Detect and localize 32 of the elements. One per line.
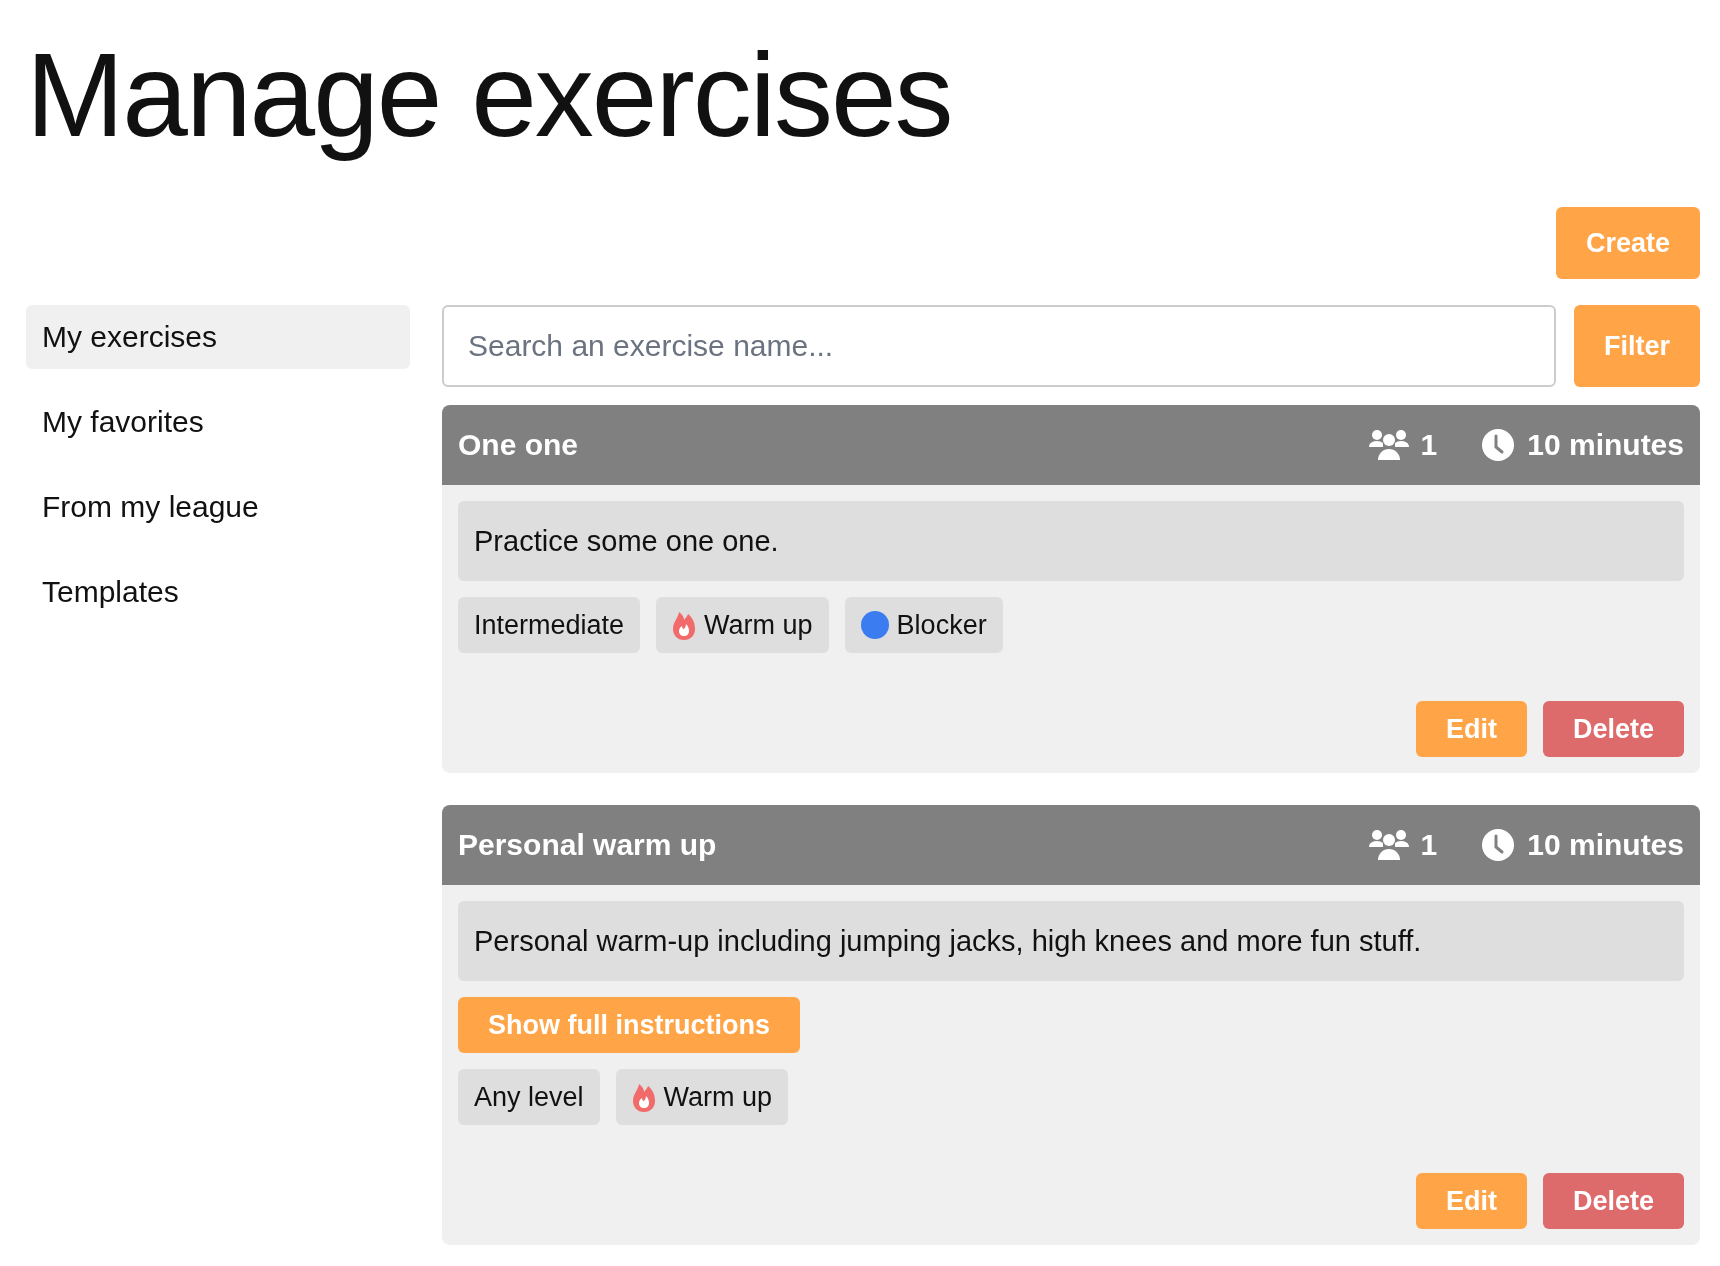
create-button[interactable]: Create: [1555, 207, 1700, 279]
search-field[interactable]: Search an exercise name...: [442, 305, 1556, 387]
tag-label: Blocker: [896, 609, 987, 641]
player-count: 1: [1420, 428, 1438, 462]
exercise-description: Practice some one one.: [458, 501, 1684, 581]
edit-button[interactable]: Edit: [1415, 1173, 1527, 1229]
tag-label: Warm up: [704, 609, 813, 641]
users-icon: [1368, 429, 1409, 461]
tag-label: Warm up: [663, 1081, 773, 1113]
clock-icon: [1481, 828, 1516, 862]
exercise-description: Personal warm-up including jumping jacks, high knees and more fun stuff.: [458, 901, 1684, 981]
delete-button[interactable]: Delete: [1542, 1173, 1684, 1229]
duration: 10 minutes: [1527, 828, 1684, 862]
fire-icon: [672, 610, 697, 640]
tag-label: Intermediate: [474, 609, 625, 641]
sidebar-item[interactable]: From my league: [26, 475, 410, 539]
filter-button[interactable]: Filter: [1574, 305, 1700, 387]
sidebar-item[interactable]: My exercises: [26, 305, 410, 369]
sidebar-item[interactable]: Templates: [26, 560, 410, 624]
sidebar-item[interactable]: My favorites: [26, 390, 410, 454]
fire-icon: [631, 1082, 656, 1112]
show-instructions-button[interactable]: Show full instructions: [458, 997, 800, 1053]
exercise-title: Personal warm up: [458, 828, 718, 862]
player-count: 1: [1420, 828, 1438, 862]
exercise-title: One one: [458, 428, 579, 462]
page-title: Manage exercises: [26, 30, 953, 160]
users-icon: [1368, 829, 1409, 861]
clock-icon: [1481, 428, 1516, 462]
duration: 10 minutes: [1527, 428, 1684, 462]
edit-button[interactable]: Edit: [1415, 701, 1527, 757]
tag-label: Any level: [474, 1081, 584, 1113]
delete-button[interactable]: Delete: [1542, 701, 1684, 757]
